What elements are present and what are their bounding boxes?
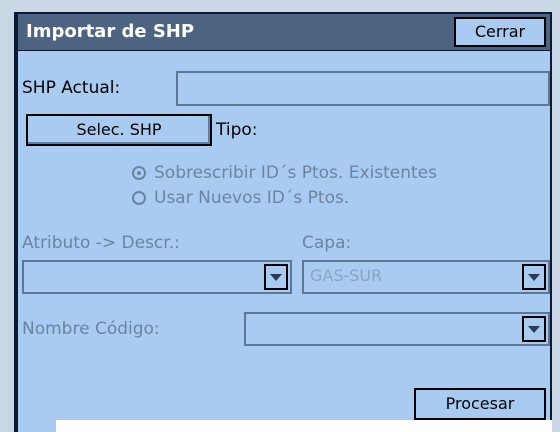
code-name-label: Nombre Código: [22,319,160,339]
overwrite-ids-option[interactable]: Sobrescribir ID´s Ptos. Existentes [132,163,437,183]
layer-select[interactable]: GAS-SUR [302,260,550,294]
chevron-down-icon[interactable] [522,316,546,342]
process-button[interactable]: Procesar [414,388,546,420]
layer-label: Capa: [302,233,352,253]
type-label: Tipo: [216,120,258,140]
attribute-label: Atributo -> Descr.: [22,233,180,253]
shp-current-field[interactable] [176,71,550,106]
outer-frame-right [552,0,560,432]
new-ids-label: Usar Nuevos ID´s Ptos. [154,188,350,208]
chevron-down-icon[interactable] [522,264,546,290]
layer-select-value: GAS-SUR [310,266,383,285]
radio-checked-icon[interactable] [132,166,146,180]
bottom-area [56,420,552,432]
dialog-title: Importar de SHP [26,21,195,42]
outer-frame-top [0,0,560,12]
select-shp-button[interactable]: Selec. SHP [26,114,212,146]
outer-frame-left [0,0,14,432]
radio-unchecked-icon[interactable] [132,191,146,205]
shp-current-label: SHP Actual: [22,78,121,98]
chevron-down-icon[interactable] [264,264,288,290]
overwrite-ids-label: Sobrescribir ID´s Ptos. Existentes [154,163,437,183]
code-name-select[interactable] [244,312,550,346]
title-bar: Importar de SHP Cerrar [18,14,550,51]
close-button[interactable]: Cerrar [454,17,546,47]
new-ids-option[interactable]: Usar Nuevos ID´s Ptos. [132,188,349,208]
attribute-select[interactable] [22,260,292,294]
import-shp-dialog: Importar de SHP Cerrar SHP Actual: Selec… [14,12,552,432]
